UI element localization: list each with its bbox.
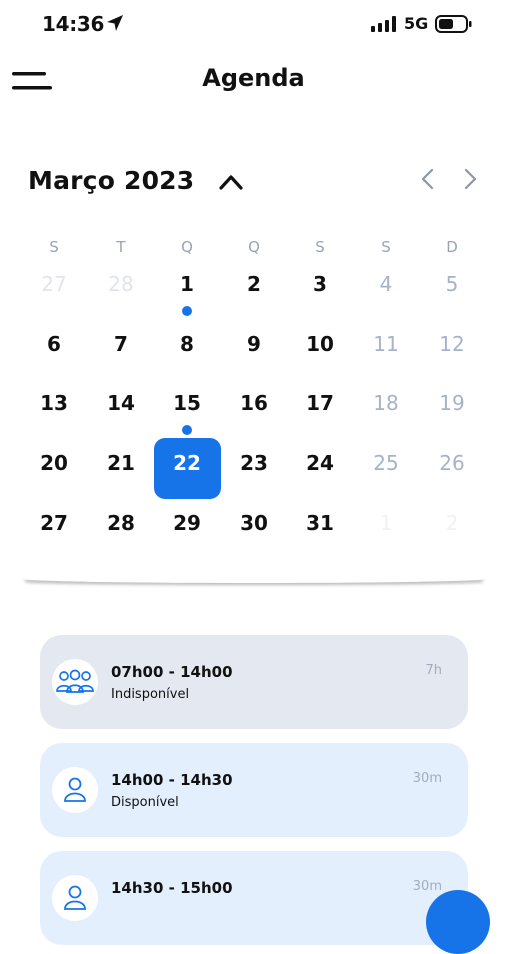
calendar-day[interactable]: 18: [356, 385, 416, 421]
group-icon: [56, 669, 94, 693]
calendar-day[interactable]: 8: [157, 326, 217, 362]
slot-card[interactable]: 14h00 - 14h30 Disponível 30m: [40, 743, 468, 837]
calendar-day[interactable]: 11: [356, 326, 416, 362]
calendar-day[interactable]: 13: [24, 385, 84, 421]
slot-icon-wrap: [52, 767, 98, 813]
calendar-day[interactable]: 27: [24, 505, 84, 541]
chevron-right-icon[interactable]: [458, 166, 482, 192]
weekday-header: S: [315, 238, 325, 256]
weekday-header: S: [49, 238, 59, 256]
calendar-day[interactable]: 19: [422, 385, 482, 421]
calendar-day[interactable]: 3: [290, 266, 350, 302]
weekday-header: Q: [181, 238, 193, 256]
status-time: 14:36: [42, 12, 105, 36]
battery-icon: [435, 15, 472, 33]
slot-icon-wrap: [52, 659, 98, 705]
calendar-day[interactable]: 7: [91, 326, 151, 362]
calendar-day[interactable]: 29: [157, 505, 217, 541]
slot-time: 14h30 - 15h00: [111, 879, 233, 897]
calendar-day[interactable]: 24: [290, 445, 350, 481]
calendar-day[interactable]: 4: [356, 266, 416, 302]
chevron-up-icon[interactable]: [216, 170, 246, 194]
calendar-day[interactable]: 6: [24, 326, 84, 362]
calendar-day[interactable]: 2: [224, 266, 284, 302]
month-label[interactable]: Março 2023: [28, 166, 194, 195]
calendar-day[interactable]: 1: [157, 266, 217, 302]
slot-card[interactable]: 14h30 - 15h00 30m: [40, 851, 468, 945]
calendar-day[interactable]: 22: [157, 445, 217, 481]
network-label: 5G: [404, 14, 429, 33]
calendar-day[interactable]: 31: [290, 505, 350, 541]
slot-status: Indisponível: [111, 687, 190, 702]
calendar-day[interactable]: 9: [224, 326, 284, 362]
signal-icon: [371, 16, 396, 32]
person-icon: [64, 885, 86, 910]
status-bar: 14:36 5G: [0, 0, 507, 50]
calendar-day[interactable]: 30: [224, 505, 284, 541]
divider: [24, 575, 484, 583]
calendar-day[interactable]: 10: [290, 326, 350, 362]
location-arrow-icon: [107, 15, 123, 31]
calendar-day[interactable]: 25: [356, 445, 416, 481]
calendar-day[interactable]: 5: [422, 266, 482, 302]
chevron-left-icon[interactable]: [416, 166, 440, 192]
weekday-header: T: [116, 238, 126, 256]
calendar-day[interactable]: 2: [422, 505, 482, 541]
calendar-day[interactable]: 12: [422, 326, 482, 362]
slot-time: 14h00 - 14h30: [111, 771, 233, 789]
weekday-header: S: [381, 238, 391, 256]
slot-time: 07h00 - 14h00: [111, 663, 233, 681]
calendar-day[interactable]: 26: [422, 445, 482, 481]
slot-card[interactable]: 07h00 - 14h00 Indisponível 7h: [40, 635, 468, 729]
page-title: Agenda: [202, 64, 305, 92]
weekday-header: D: [446, 238, 458, 256]
event-dot: [182, 425, 192, 435]
calendar-day[interactable]: 14: [91, 385, 151, 421]
slot-duration: 7h: [425, 663, 442, 678]
slot-duration: 30m: [412, 879, 442, 894]
calendar-day[interactable]: 16: [224, 385, 284, 421]
calendar-day[interactable]: 21: [91, 445, 151, 481]
calendar-day[interactable]: 15: [157, 385, 217, 421]
slot-icon-wrap: [52, 875, 98, 921]
weekday-header: Q: [248, 238, 260, 256]
calendar-day[interactable]: 28: [91, 505, 151, 541]
calendar-day[interactable]: 28: [91, 266, 151, 302]
calendar-day[interactable]: 17: [290, 385, 350, 421]
calendar-day[interactable]: 27: [24, 266, 84, 302]
calendar-day[interactable]: 20: [24, 445, 84, 481]
slot-duration: 30m: [412, 771, 442, 786]
slot-status: Disponível: [111, 795, 179, 810]
person-icon: [64, 777, 86, 802]
calendar-day[interactable]: 23: [224, 445, 284, 481]
calendar-day[interactable]: 1: [356, 505, 416, 541]
event-dot: [182, 306, 192, 316]
